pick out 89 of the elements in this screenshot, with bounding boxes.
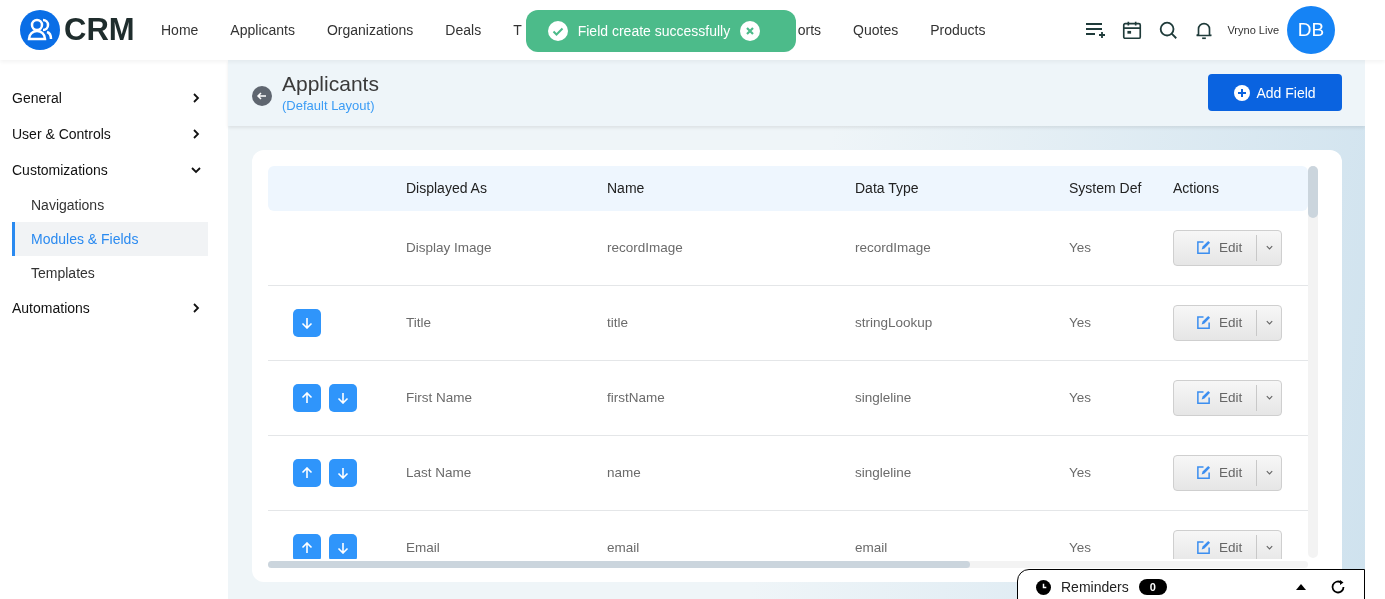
edit-icon [1196,465,1211,481]
horizontal-scrollbar[interactable] [268,560,1308,568]
edit-icon [1196,540,1211,556]
edit-icon [1196,315,1211,331]
close-icon[interactable] [740,21,761,41]
column-header: Displayed As [406,180,488,197]
sidebar-item[interactable]: General [0,80,228,116]
chevron-down-icon [1264,318,1274,328]
table-cell-text: recordImage [855,240,932,256]
move-up-button[interactable] [293,458,321,487]
table-cell-text: title [607,315,629,331]
logo-text: CRM [64,12,135,48]
table-cell-text: firstName [607,390,666,406]
nav-link[interactable]: T [513,22,522,38]
table-cell-text: Display Image [406,240,493,256]
table-cell-text: email [607,540,641,556]
vertical-scrollbar[interactable] [1308,165,1318,558]
chevron-down-icon [1264,393,1274,403]
refresh-icon[interactable] [1330,579,1346,595]
arrow-down-icon [337,541,349,554]
table-cell-text: Yes [1069,465,1093,481]
sidebar-item[interactable]: Customizations [0,152,228,188]
column-header: Data Type [855,180,920,197]
chevron-right-icon [190,302,202,314]
table-cell-text: First Name [406,390,473,406]
table-cell-text: Yes [1069,390,1093,406]
column-header: Name [607,180,646,197]
layout-subtitle: (Default Layout) [282,98,376,114]
nav-link[interactable]: Deals [445,22,482,38]
caret-up-icon[interactable] [1296,584,1306,590]
table-cell-text: Last Name [406,465,473,481]
sidebar-item[interactable]: User & Controls [0,116,228,152]
move-up-button[interactable] [293,533,321,559]
calendar-icon[interactable] [1121,19,1144,41]
toast-message: Field create successfully [577,23,731,39]
table-cell-text: Yes [1069,240,1093,256]
column-header: Actions [1173,180,1220,197]
clock-icon [1036,579,1051,595]
chevron-right-icon [190,92,202,104]
plus-circle-icon [1234,84,1251,101]
table-cell-text: stringLookup [855,315,934,331]
arrow-down-icon [337,466,349,479]
arrow-up-icon [301,541,313,554]
table-cell-text: email [855,540,889,556]
reminders-label: Reminders [1061,579,1129,595]
arrow-up-icon [301,466,313,479]
sidebar-subitem[interactable]: Navigations [12,188,208,222]
column-header: System Def [1069,180,1143,197]
table-cell-text: Email [406,540,441,556]
table-cell-text: Yes [1069,315,1093,331]
edit-icon [1196,390,1211,406]
scrollbar-thumb[interactable] [1308,165,1318,218]
user-name: Vryno Live [1227,24,1279,36]
logo-icon [20,10,60,50]
chevron-down-icon [1264,543,1274,553]
nav-link[interactable]: Organizations [326,22,414,38]
arrow-down-icon [301,316,313,329]
page-title: Applicants [282,72,379,97]
chevron-down-icon [1264,243,1274,253]
table-cell-text: Title [406,315,432,331]
chevron-down-icon [190,164,202,176]
scrollbar-thumb[interactable] [268,560,970,568]
reminders-count: 0 [1138,579,1167,595]
check-icon [547,21,568,41]
nav-link[interactable]: orts [797,22,822,38]
move-down-button[interactable] [293,308,321,337]
sidebar-item[interactable]: Automations [0,290,228,326]
chevron-right-icon [190,128,202,140]
add-field-button[interactable]: Add Field [1208,74,1342,112]
move-up-button[interactable] [293,383,321,412]
sidebar-subitem[interactable]: Templates [12,256,208,290]
user-avatar[interactable]: DB [1287,6,1335,54]
nav-link[interactable]: Home [161,22,199,38]
table-cell-text: Yes [1069,540,1093,556]
move-down-button[interactable] [329,533,357,559]
edit-icon [1196,240,1211,256]
nav-link[interactable]: Quotes [853,22,899,38]
table-cell-text: recordImage [607,240,684,256]
nav-link[interactable]: Products [930,22,986,38]
move-down-button[interactable] [329,383,357,412]
table-cell-text: singleline [855,390,913,406]
move-down-button[interactable] [329,458,357,487]
table-cell-text: name [607,465,642,481]
nav-link[interactable]: Applicants [230,22,295,38]
arrow-down-icon [337,391,349,404]
chevron-down-icon [1264,468,1274,478]
arrow-up-icon [301,391,313,404]
search-icon[interactable] [1157,19,1180,41]
table-cell-text: singleline [855,465,913,481]
